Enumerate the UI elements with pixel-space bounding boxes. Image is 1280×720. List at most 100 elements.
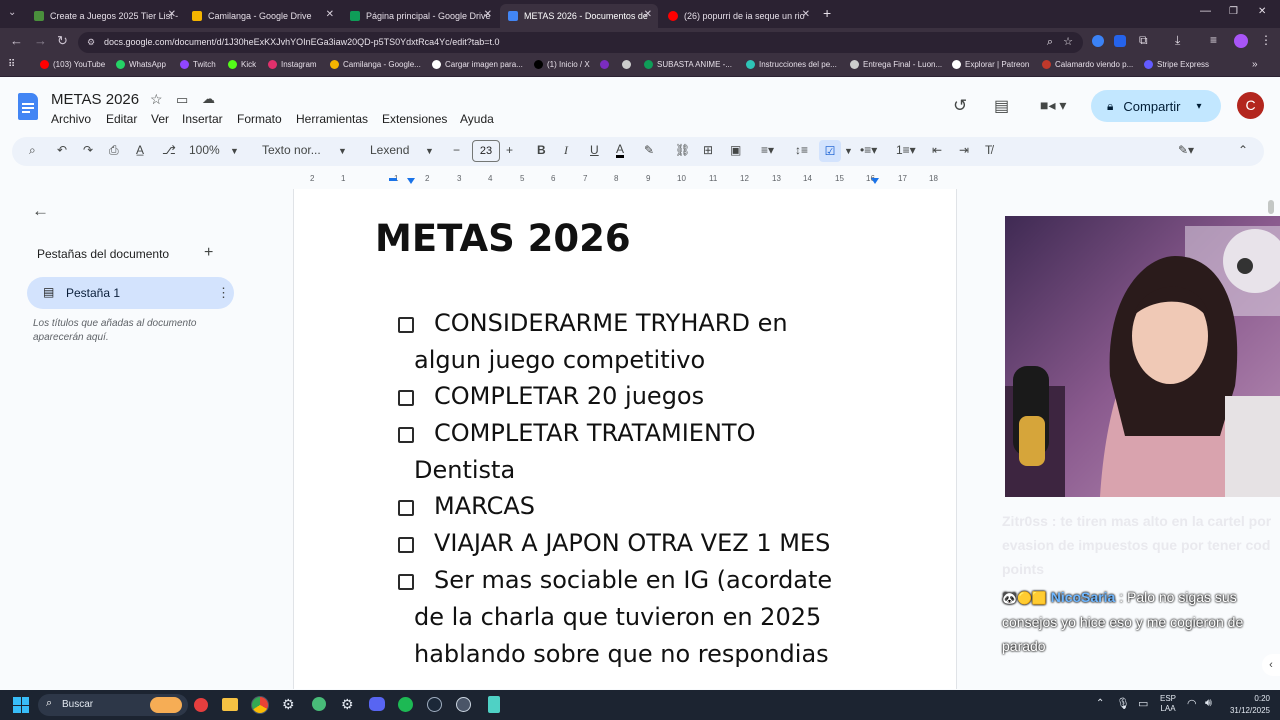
wifi-icon[interactable]: ◠ <box>1187 697 1197 710</box>
browser-tab-tierlist[interactable]: Create a Juegos 2025 Tier List - ✕ <box>26 4 182 28</box>
sidebar-item-pestana-1[interactable]: ▤ Pestaña 1 ⋮ <box>27 277 234 309</box>
bookmark-item[interactable]: Explorar | Patreon <box>952 60 1029 69</box>
close-tab-icon[interactable]: ✕ <box>644 9 652 20</box>
checklist-checkbox[interactable] <box>398 317 414 333</box>
checklist-checkbox[interactable] <box>398 574 414 590</box>
share-button[interactable]: 🔒︎ Compartir ▾ <box>1091 90 1221 122</box>
docs-logo-icon[interactable] <box>18 93 38 120</box>
zoom-select[interactable]: 100% <box>189 143 220 157</box>
font-size-input[interactable]: 23 <box>472 140 500 162</box>
document-heading[interactable]: METAS 2026 <box>375 217 631 260</box>
tray-chevron-icon[interactable]: ⌃ <box>1096 698 1104 709</box>
bookmark-item[interactable]: Entrega Final - Luon... <box>850 60 942 69</box>
account-avatar[interactable]: C <box>1237 92 1264 119</box>
minimize-window-icon[interactable]: — <box>1200 5 1211 17</box>
windows-start-icon[interactable] <box>13 697 29 713</box>
collapse-menus-icon[interactable]: ⌃ <box>1238 143 1248 157</box>
menu-archivo[interactable]: Archivo <box>51 112 91 126</box>
bookmark-item[interactable] <box>622 60 635 69</box>
browser-menu-icon[interactable]: ⋮ <box>1260 33 1272 47</box>
app-icon[interactable] <box>194 698 208 712</box>
app-icon[interactable] <box>312 697 326 711</box>
italic-icon[interactable]: I <box>564 143 568 158</box>
decrease-font-size-icon[interactable]: − <box>453 143 460 157</box>
ruler[interactable]: 21123456789101112131415161718 <box>294 172 956 188</box>
back-arrow-icon[interactable]: ← <box>32 201 49 221</box>
document-page[interactable]: METAS 2026 CONSIDERARME TRYHARD en algun… <box>293 189 957 689</box>
expand-panel-icon[interactable]: ‹ <box>1262 654 1280 676</box>
url-input[interactable]: ⚙ docs.google.com/document/d/1J30heExKXJ… <box>78 32 1083 53</box>
bookmark-item[interactable]: Cargar imagen para... <box>432 60 523 69</box>
star-icon[interactable]: ☆ <box>150 91 163 108</box>
microphone-icon[interactable]: 🎙︎ <box>1116 697 1130 710</box>
menu-herramientas[interactable]: Herramientas <box>296 112 368 126</box>
document-title-input[interactable]: METAS 2026 <box>51 91 139 108</box>
browser-tab-drive-home[interactable]: Página principal - Google Drive ✕ <box>342 4 498 28</box>
discord-icon[interactable] <box>369 697 385 711</box>
extension-icon[interactable] <box>1114 35 1126 47</box>
volume-icon[interactable]: 🔊︎ <box>1205 697 1212 710</box>
bookmark-item[interactable]: (1) Inicio / X <box>534 60 590 69</box>
font-select[interactable]: Lexend <box>370 143 409 157</box>
forward-arrow-icon[interactable]: → <box>34 33 47 48</box>
profile-avatar[interactable] <box>1234 34 1248 48</box>
menu-ayuda[interactable]: Ayuda <box>460 112 494 126</box>
bookmark-item[interactable]: Calamardo viendo p... <box>1042 60 1133 69</box>
checklist-item-text[interactable]: CONSIDERARME TRYHARD en <box>434 309 788 337</box>
text-color-icon[interactable]: A <box>616 143 625 158</box>
bookmark-item[interactable]: Twitch <box>180 60 216 69</box>
checklist-icon[interactable]: ☑ <box>819 140 841 162</box>
menu-extensiones[interactable]: Extensiones <box>382 112 447 126</box>
right-indent-triangle-icon[interactable] <box>871 178 879 184</box>
spotify-icon[interactable] <box>398 697 413 712</box>
checklist-checkbox[interactable] <box>398 537 414 553</box>
checklist-item-text[interactable]: algun juego competitivo <box>414 346 705 374</box>
underline-icon[interactable]: U <box>590 143 599 157</box>
checklist-item-text[interactable]: Ser mas sociable en IG (acordate <box>434 566 832 594</box>
language-indicator[interactable]: ESP LAA <box>1160 694 1176 714</box>
tab-options-icon[interactable]: ⋮ <box>217 285 230 301</box>
apps-grid-icon[interactable]: ⠿ <box>8 59 15 70</box>
extensions-puzzle-icon[interactable]: ⧉ <box>1139 33 1148 48</box>
menu-editar[interactable]: Editar <box>106 112 137 126</box>
checklist-item-text[interactable]: hablando sobre que no respondias <box>414 640 829 668</box>
insert-image-icon[interactable]: ▣ <box>730 143 741 157</box>
menu-formato[interactable]: Formato <box>237 112 282 126</box>
download-icon[interactable]: ⤓ <box>1175 33 1180 48</box>
steam-icon[interactable] <box>427 697 442 712</box>
add-tab-icon[interactable]: + <box>204 244 213 262</box>
site-info-icon[interactable]: ⚙ <box>87 32 95 53</box>
version-history-icon[interactable]: ↺ <box>953 96 967 116</box>
bulleted-list-icon[interactable]: •≡▾ <box>860 143 877 157</box>
zoom-icon[interactable]: ⌕ <box>1047 32 1053 53</box>
print-icon[interactable]: ⎙ <box>109 143 119 158</box>
increase-font-size-icon[interactable]: + <box>506 143 513 157</box>
scrollbar[interactable] <box>1268 200 1274 214</box>
left-indent-marker[interactable] <box>389 178 397 181</box>
checklist-item-text[interactable]: COMPLETAR 20 juegos <box>434 382 704 410</box>
battery-icon[interactable]: ▭ <box>1138 697 1148 710</box>
bookmark-item[interactable]: Kick <box>228 60 256 69</box>
checklist-item-text[interactable]: de la charla que tuvieron en 2025 <box>414 603 821 631</box>
decrease-indent-icon[interactable]: ⇤ <box>932 143 942 157</box>
insert-link-icon[interactable]: ⛓ <box>675 143 690 157</box>
close-tab-icon[interactable]: ✕ <box>326 9 334 20</box>
increase-indent-icon[interactable]: ⇥ <box>959 143 969 157</box>
back-arrow-icon[interactable]: ← <box>10 33 23 48</box>
close-window-icon[interactable]: ✕ <box>1258 6 1266 17</box>
spellcheck-icon[interactable]: A̲ <box>136 143 144 157</box>
checklist-item-text[interactable]: VIAJAR A JAPON OTRA VEZ 1 MES <box>434 529 830 557</box>
browser-tab-drive-camilanga[interactable]: Camilanga - Google Drive ✕ <box>184 4 340 28</box>
bookmark-item[interactable]: SUBASTA ANIME -... <box>644 60 732 69</box>
file-explorer-icon[interactable] <box>222 698 238 711</box>
add-comment-icon[interactable]: ⊞ <box>703 143 713 157</box>
new-tab-icon[interactable]: + <box>823 5 831 21</box>
numbered-list-icon[interactable]: 1≡▾ <box>896 143 916 157</box>
bookmark-item[interactable] <box>600 60 613 69</box>
chevron-down-icon[interactable]: ▼ <box>844 146 853 156</box>
chrome-icon[interactable] <box>251 696 269 714</box>
bookmark-item[interactable]: (103) YouTube <box>40 60 105 69</box>
clock[interactable]: 0:20 31/12/2025 <box>1222 693 1270 717</box>
reload-icon[interactable]: ↻ <box>57 33 68 49</box>
redo-icon[interactable]: ↷ <box>83 143 93 157</box>
